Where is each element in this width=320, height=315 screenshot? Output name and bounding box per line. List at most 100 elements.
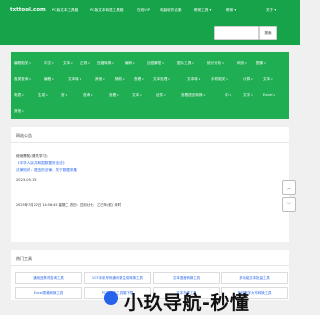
menu-item[interactable]: 文本转▾ [68,77,81,82]
chevron-down-icon: ▾ [140,94,142,97]
tool-link[interactable]: Excel表格转换工具 [15,287,82,299]
menu-item-label: 文本 [263,77,271,81]
chevron-down-icon: ▾ [226,78,228,81]
menu-item[interactable]: 手机相关▾ [211,77,228,82]
chevron-down-icon: ▾ [133,62,135,65]
chevron-down-icon: ▾ [112,62,114,65]
chevron-down-icon: ▾ [208,8,212,12]
nav-link-about[interactable]: 关于 ▾ [266,8,276,13]
hot-tools-title: 热门工具 [16,256,32,261]
menu-item[interactable]: 其他▾ [95,77,105,82]
search-input[interactable] [215,27,257,39]
chevron-down-icon: ▾ [142,78,144,81]
chevron-down-icon: ▾ [46,94,48,97]
chevron-down-icon: ▾ [251,78,253,81]
nav-link-edu-tools[interactable]: 教育工具 ▾ [194,8,211,13]
site-logo[interactable]: txttool.com [10,7,46,13]
menu-item[interactable]: 查看▾ [134,77,144,82]
chevron-down-icon: ▾ [117,94,119,97]
chevron-down-icon: ▾ [273,8,277,12]
chevron-down-icon: ▾ [123,78,125,81]
watermark-logo-icon [104,291,118,305]
nav-link-vip[interactable]: 在线VIP [137,8,150,13]
menu-item[interactable]: 文字▾ [243,93,253,98]
nav-link-pc-speech-toolbox[interactable]: PC版文本转语工具箱 [90,8,123,13]
menu-item-label: 文本 [63,61,71,65]
chevron-down-icon: ▾ [233,8,237,12]
search-box [214,26,259,40]
chevron-down-icon: ▾ [79,78,82,81]
menu-item[interactable]: 文本▾ [132,93,142,98]
menu-item[interactable]: 计算▾ [243,77,253,82]
current-datetime: 2025年7月22日 14:56:45 星期二 农历：四月廿七 乙巳年(蛇) 未… [16,203,122,207]
menu-item-label: 网页 [237,61,245,65]
menu-item[interactable]: 图像▾ [256,61,266,66]
menu-item[interactable]: 其他▾ [14,109,24,114]
chevron-up-icon: ︿ [287,185,291,190]
menu-item[interactable]: 加密解密▾ [147,61,164,66]
menu-item-label: 压缩转换 [97,61,112,65]
menu-item[interactable]: 压缩转换▾ [97,61,114,66]
menu-item[interactable]: 统计分析▾ [207,61,224,66]
chevron-down-icon: ▾ [88,62,90,65]
chevron-down-icon: ▾ [52,62,54,65]
tool-link[interactable]: 通用违禁词查询工具 [15,272,82,284]
chevron-down-icon: ▾ [222,62,224,65]
menu-item-label: 电表 [14,93,22,97]
notice-link[interactable]: 《中华人民共和国数据安全法》 [16,161,66,166]
chevron-down-icon: ﹀ [287,202,291,207]
menu-item[interactable]: 编码▾ [125,61,135,66]
menu-item-label: 文本转 [68,77,79,81]
tool-link[interactable]: 文本语音转换工具 [153,272,220,284]
menu-item-label: 查询 [83,93,91,97]
menu-item[interactable]: 正则▾ [80,61,90,66]
chevron-down-icon: ▾ [264,62,266,65]
search-button[interactable]: 搜索 [259,26,277,40]
menu-item[interactable]: 中文▾ [44,61,54,66]
tool-link[interactable]: VCF手机号码通讯录生成转换工具 [84,272,151,284]
menu-item-label: 查看语言转换 [181,93,203,97]
menu-item[interactable]: 查看▾ [109,93,119,98]
chevron-down-icon: ▾ [65,94,67,97]
chevron-down-icon: ▾ [22,94,24,97]
notice-date: 2023.05.15 [16,178,37,182]
chevron-down-icon: ▾ [203,94,205,97]
menu-item[interactable]: 证件▾ [156,93,166,98]
scroll-down-button[interactable]: ﹀ [282,197,296,212]
menu-item[interactable]: 网页▾ [237,61,247,66]
chevron-down-icon: ▾ [103,78,105,81]
menu-item[interactable]: 文本▾ [263,77,273,82]
chevron-down-icon: ▾ [198,78,201,81]
nav-link-software[interactable]: 电脑软件合集 [160,8,182,13]
chevron-down-icon: ▾ [245,62,247,65]
menu-item[interactable]: 文本转▾ [187,77,200,82]
menu-item[interactable]: 查询▾ [83,93,93,98]
menu-item[interactable]: 随机▾ [115,77,125,82]
menu-item[interactable]: 编程相关▾ [14,61,31,66]
nav-link-pc-toolbox[interactable]: PC版文本工具箱 [52,8,78,13]
chevron-down-icon: ▾ [22,110,24,113]
menu-item[interactable]: Excel▾ [263,93,275,97]
menu-item[interactable]: 中▾ [225,93,231,98]
notice-link[interactable]: 法律知识：爬虫的法律，关于数据采集 [16,168,77,173]
chevron-down-icon: ▾ [229,94,231,97]
menu-item[interactable]: 查▾ [61,93,67,98]
chevron-down-icon: ▾ [168,78,170,81]
nav-link-edu[interactable]: 教育 ▾ [226,8,236,13]
menu-item[interactable]: 电表▾ [14,93,24,98]
tool-link[interactable]: 多功能文本批量工具 [221,272,288,284]
menu-item[interactable]: 生成▾ [38,93,48,98]
scroll-up-button[interactable]: ︿ [282,180,296,195]
menu-item[interactable]: 编程▾ [44,77,54,82]
chevron-down-icon: ▾ [91,94,93,97]
menu-item-label: 编码 [125,61,133,65]
menu-item[interactable]: 文本▾ [63,61,73,66]
menu-item-label: 文本转 [187,77,198,81]
menu-item-label: 随机 [115,77,123,81]
menu-item-label: 其他 [14,109,22,113]
notice-card: 网站公告 使用需知(请先学习) 《中华人民共和国数据安全法》 法律知识：爬虫的法… [11,127,289,242]
menu-item[interactable]: 各类查询▾ [14,77,31,82]
menu-item[interactable]: 文本处理▾ [153,77,170,82]
menu-item[interactable]: 图片工具▾ [177,61,194,66]
menu-item[interactable]: 查看语言转换▾ [181,93,205,98]
